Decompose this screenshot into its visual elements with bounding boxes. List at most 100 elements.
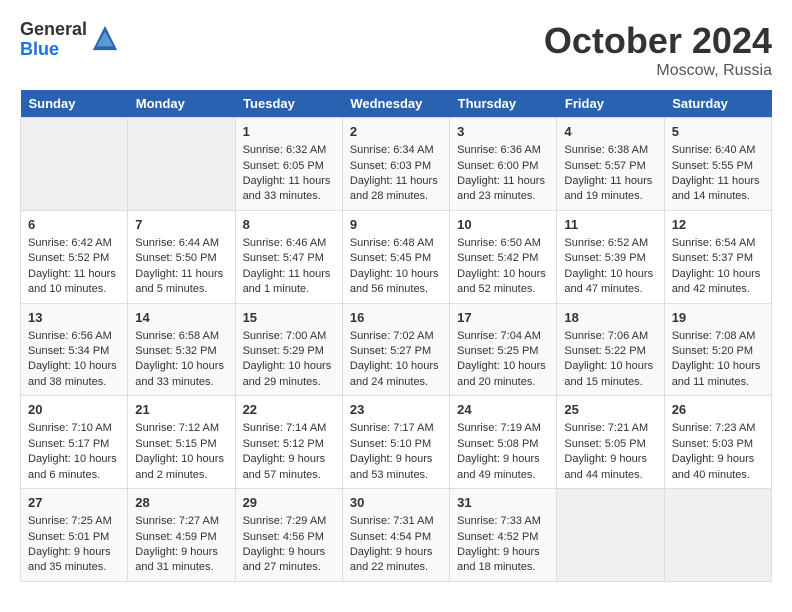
calendar-cell [128, 118, 235, 211]
day-number: 17 [457, 309, 549, 327]
sunrise: Sunrise: 7:04 AM [457, 330, 541, 342]
sunrise: Sunrise: 6:54 AM [672, 237, 756, 249]
sunrise: Sunrise: 7:17 AM [350, 422, 434, 434]
day-number: 7 [135, 216, 227, 234]
logo-blue-text: Blue [20, 40, 87, 60]
day-number: 29 [243, 494, 335, 512]
calendar-cell: 29Sunrise: 7:29 AMSunset: 4:56 PMDayligh… [235, 489, 342, 582]
day-number: 10 [457, 216, 549, 234]
calendar-cell: 19Sunrise: 7:08 AMSunset: 5:20 PMDayligh… [664, 303, 771, 396]
sunset: Sunset: 4:54 PM [350, 531, 431, 543]
calendar-cell [557, 489, 664, 582]
sunrise: Sunrise: 7:14 AM [243, 422, 327, 434]
sunset: Sunset: 5:34 PM [28, 345, 109, 357]
calendar-cell: 2Sunrise: 6:34 AMSunset: 6:03 PMDaylight… [342, 118, 449, 211]
daylight: Daylight: 10 hours and 2 minutes. [135, 453, 224, 480]
sunrise: Sunrise: 7:31 AM [350, 515, 434, 527]
daylight: Daylight: 11 hours and 19 minutes. [564, 175, 652, 202]
page-header: General Blue October 2024 Moscow, Russia [20, 20, 772, 80]
daylight: Daylight: 9 hours and 44 minutes. [564, 453, 647, 480]
calendar-table: SundayMondayTuesdayWednesdayThursdayFrid… [20, 90, 772, 582]
daylight: Daylight: 11 hours and 10 minutes. [28, 268, 116, 295]
sunrise: Sunrise: 6:44 AM [135, 237, 219, 249]
location: Moscow, Russia [544, 62, 772, 80]
calendar-body: 1Sunrise: 6:32 AMSunset: 6:05 PMDaylight… [21, 118, 772, 582]
sunrise: Sunrise: 7:10 AM [28, 422, 112, 434]
calendar-cell: 12Sunrise: 6:54 AMSunset: 5:37 PMDayligh… [664, 210, 771, 303]
day-number: 26 [672, 401, 764, 419]
sunset: Sunset: 5:42 PM [457, 252, 538, 264]
month-title: October 2024 [544, 20, 772, 62]
title-block: October 2024 Moscow, Russia [544, 20, 772, 80]
col-header-tuesday: Tuesday [235, 90, 342, 118]
sunset: Sunset: 6:00 PM [457, 160, 538, 172]
sunrise: Sunrise: 7:23 AM [672, 422, 756, 434]
sunrise: Sunrise: 6:36 AM [457, 144, 541, 156]
daylight: Daylight: 10 hours and 24 minutes. [350, 360, 439, 387]
daylight: Daylight: 9 hours and 53 minutes. [350, 453, 433, 480]
col-header-wednesday: Wednesday [342, 90, 449, 118]
calendar-cell: 7Sunrise: 6:44 AMSunset: 5:50 PMDaylight… [128, 210, 235, 303]
sunset: Sunset: 5:20 PM [672, 345, 753, 357]
col-header-thursday: Thursday [450, 90, 557, 118]
logo-general-text: General [20, 20, 87, 40]
week-row-5: 27Sunrise: 7:25 AMSunset: 5:01 PMDayligh… [21, 489, 772, 582]
sunrise: Sunrise: 6:32 AM [243, 144, 327, 156]
sunrise: Sunrise: 7:08 AM [672, 330, 756, 342]
sunrise: Sunrise: 6:56 AM [28, 330, 112, 342]
calendar-cell: 13Sunrise: 6:56 AMSunset: 5:34 PMDayligh… [21, 303, 128, 396]
calendar-cell: 23Sunrise: 7:17 AMSunset: 5:10 PMDayligh… [342, 396, 449, 489]
sunrise: Sunrise: 7:12 AM [135, 422, 219, 434]
calendar-cell [21, 118, 128, 211]
sunset: Sunset: 4:52 PM [457, 531, 538, 543]
day-number: 3 [457, 123, 549, 141]
sunrise: Sunrise: 6:40 AM [672, 144, 756, 156]
calendar-cell: 31Sunrise: 7:33 AMSunset: 4:52 PMDayligh… [450, 489, 557, 582]
sunset: Sunset: 4:59 PM [135, 531, 216, 543]
day-number: 9 [350, 216, 442, 234]
sunrise: Sunrise: 6:42 AM [28, 237, 112, 249]
day-number: 25 [564, 401, 656, 419]
calendar-cell: 30Sunrise: 7:31 AMSunset: 4:54 PMDayligh… [342, 489, 449, 582]
calendar-cell: 6Sunrise: 6:42 AMSunset: 5:52 PMDaylight… [21, 210, 128, 303]
calendar-cell: 26Sunrise: 7:23 AMSunset: 5:03 PMDayligh… [664, 396, 771, 489]
sunrise: Sunrise: 6:38 AM [564, 144, 648, 156]
day-number: 19 [672, 309, 764, 327]
day-number: 24 [457, 401, 549, 419]
sunrise: Sunrise: 7:02 AM [350, 330, 434, 342]
daylight: Daylight: 11 hours and 33 minutes. [243, 175, 331, 202]
calendar-cell: 3Sunrise: 6:36 AMSunset: 6:00 PMDaylight… [450, 118, 557, 211]
calendar-cell: 16Sunrise: 7:02 AMSunset: 5:27 PMDayligh… [342, 303, 449, 396]
calendar-cell: 21Sunrise: 7:12 AMSunset: 5:15 PMDayligh… [128, 396, 235, 489]
calendar-cell: 8Sunrise: 6:46 AMSunset: 5:47 PMDaylight… [235, 210, 342, 303]
calendar-cell: 15Sunrise: 7:00 AMSunset: 5:29 PMDayligh… [235, 303, 342, 396]
calendar-cell: 22Sunrise: 7:14 AMSunset: 5:12 PMDayligh… [235, 396, 342, 489]
sunset: Sunset: 5:47 PM [243, 252, 324, 264]
logo-icon [91, 24, 119, 52]
sunset: Sunset: 5:12 PM [243, 438, 324, 450]
daylight: Daylight: 9 hours and 49 minutes. [457, 453, 540, 480]
sunrise: Sunrise: 7:06 AM [564, 330, 648, 342]
daylight: Daylight: 9 hours and 18 minutes. [457, 546, 540, 573]
daylight: Daylight: 9 hours and 57 minutes. [243, 453, 326, 480]
sunset: Sunset: 5:25 PM [457, 345, 538, 357]
sunset: Sunset: 5:52 PM [28, 252, 109, 264]
day-number: 5 [672, 123, 764, 141]
day-number: 11 [564, 216, 656, 234]
calendar-cell: 24Sunrise: 7:19 AMSunset: 5:08 PMDayligh… [450, 396, 557, 489]
col-header-friday: Friday [557, 90, 664, 118]
col-header-sunday: Sunday [21, 90, 128, 118]
sunrise: Sunrise: 7:00 AM [243, 330, 327, 342]
calendar-cell: 25Sunrise: 7:21 AMSunset: 5:05 PMDayligh… [557, 396, 664, 489]
col-header-saturday: Saturday [664, 90, 771, 118]
day-number: 27 [28, 494, 120, 512]
sunset: Sunset: 5:15 PM [135, 438, 216, 450]
day-number: 28 [135, 494, 227, 512]
sunset: Sunset: 5:39 PM [564, 252, 645, 264]
calendar-cell: 20Sunrise: 7:10 AMSunset: 5:17 PMDayligh… [21, 396, 128, 489]
sunset: Sunset: 5:03 PM [672, 438, 753, 450]
day-number: 13 [28, 309, 120, 327]
day-number: 23 [350, 401, 442, 419]
daylight: Daylight: 10 hours and 6 minutes. [28, 453, 117, 480]
day-number: 20 [28, 401, 120, 419]
